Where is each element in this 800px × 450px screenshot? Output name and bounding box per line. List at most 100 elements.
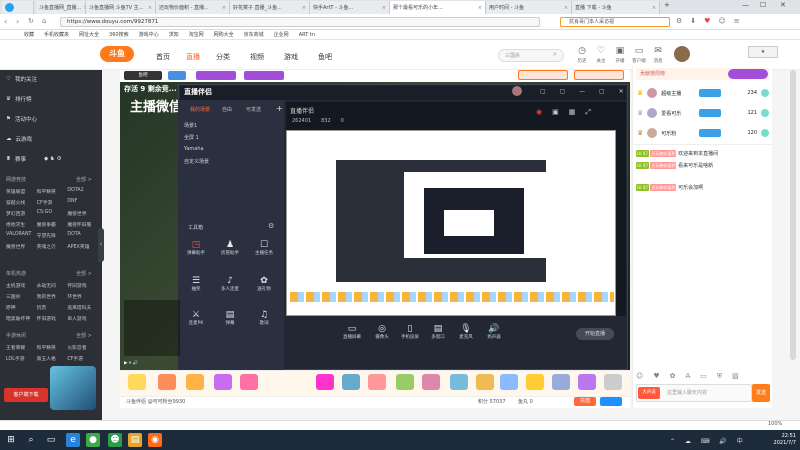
- bookmark-item[interactable]: 淘宝网: [189, 30, 204, 39]
- game-link[interactable]: APEX英雄: [67, 243, 98, 250]
- collapse-sidebar-icon[interactable]: ‹: [98, 228, 104, 262]
- tool-danmaku-helper[interactable]: ◳ 弹幕助手: [186, 240, 206, 256]
- rank-row[interactable]: ♛ 超级主播 234: [637, 86, 769, 100]
- gift-icon[interactable]: ✿: [670, 372, 676, 381]
- game-link[interactable]: 王者荣耀: [6, 344, 37, 351]
- refresh-icon[interactable]: ↻: [28, 17, 34, 25]
- room-tag[interactable]: 鱼吧: [124, 71, 162, 80]
- game-link[interactable]: 英魂之刃: [37, 243, 68, 250]
- game-link[interactable]: 和平精英: [37, 344, 68, 351]
- bookmark-item[interactable]: 网购大全: [214, 30, 234, 39]
- close-icon[interactable]: ×: [652, 5, 656, 11]
- browser-search-input[interactable]: 抗肖哥门本人采访视: [560, 17, 670, 27]
- source-window-button[interactable]: ▤ 多窗口: [428, 324, 448, 340]
- rank-badge[interactable]: ★: [748, 46, 778, 58]
- game-link[interactable]: 穿越火线: [6, 199, 37, 206]
- game-link[interactable]: CF手游: [67, 355, 98, 362]
- game-link[interactable]: 我的世界: [37, 293, 68, 300]
- game-link[interactable]: DNF: [67, 199, 98, 206]
- barrage-style-icon[interactable]: A: [685, 372, 690, 381]
- start-icon[interactable]: ⊞: [4, 433, 18, 447]
- layout-icon[interactable]: ▦: [569, 108, 576, 117]
- game-link[interactable]: 第五人格: [37, 355, 68, 362]
- gift-plane[interactable]: [316, 374, 334, 390]
- lock-icon[interactable]: ▨: [732, 372, 739, 381]
- mini-player-thumbnail[interactable]: [50, 366, 96, 410]
- rank-button[interactable]: [728, 69, 768, 79]
- source-phone-button[interactable]: ▯ 手机投屏: [400, 324, 420, 340]
- rank-row[interactable]: ♛ 可乐粉 120: [637, 126, 769, 140]
- fan-icon[interactable]: ♥: [653, 372, 659, 381]
- gift-super-rocket[interactable]: [368, 374, 386, 390]
- app-avatar[interactable]: [512, 86, 522, 96]
- bookmark-item[interactable]: 京东商城: [244, 30, 264, 39]
- browser-tab[interactable]: 还玩物价面积 - 直播... ×: [156, 1, 230, 14]
- folder-taskbar-icon[interactable]: ▤: [128, 433, 142, 447]
- extension-icon[interactable]: ⚙: [676, 17, 682, 25]
- gift-glowstick[interactable]: [158, 374, 176, 390]
- sidebar-item-esports[interactable]: ♜ 赛事 ◆ ♞ ⚙: [6, 155, 62, 163]
- gift-rocket[interactable]: [342, 374, 360, 390]
- nav-category[interactable]: 分类: [216, 52, 230, 62]
- home-icon[interactable]: ⌂: [42, 17, 46, 25]
- bookmark-item[interactable]: 360搜索: [109, 30, 129, 39]
- taskbar-clock[interactable]: 22:51 2021/7/7: [758, 433, 796, 447]
- game-link[interactable]: DOTA: [67, 232, 98, 239]
- close-icon[interactable]: ×: [478, 5, 482, 11]
- browser-tab[interactable]: 好花菜子 直播_斗鱼... ×: [230, 1, 310, 14]
- close-icon[interactable]: ×: [148, 5, 152, 11]
- game-link[interactable]: 原神: [6, 304, 37, 311]
- game-link[interactable]: 三国杀: [6, 293, 37, 300]
- app-tab-send[interactable]: 可发送: [246, 106, 261, 113]
- backpack-button[interactable]: [600, 397, 622, 406]
- tool-tasks[interactable]: ☐ 主播任务: [254, 240, 274, 256]
- task-view-icon[interactable]: ▭: [44, 433, 58, 447]
- douyu-logo[interactable]: 斗鱼: [100, 46, 134, 62]
- gift-pk[interactable]: [214, 374, 232, 390]
- rank-row[interactable]: ♛ 爱看可乐 121: [637, 106, 769, 120]
- browser-tab[interactable]: 快手ArtT - 斗鱼... ×: [310, 1, 390, 14]
- page-scrollbar[interactable]: [790, 70, 796, 360]
- scene-row[interactable]: 自定义场景: [184, 158, 209, 165]
- browser-tab[interactable]: 用户时间 - 斗鱼 ×: [486, 1, 572, 14]
- start-live-button[interactable]: 开始直播: [576, 328, 614, 340]
- app-window-controls[interactable]: ▢ ▢ — ▢ ✕: [540, 88, 630, 95]
- game-link[interactable]: 魔兽世界: [6, 243, 37, 250]
- url-field[interactable]: https://www.douyu.com/9927871: [60, 17, 540, 27]
- tool-lottery[interactable]: ☰ 抽奖: [186, 276, 206, 292]
- more-link[interactable]: 全部 >: [76, 176, 92, 183]
- browser-tab[interactable]: 直播 下载 - 斗鱼 ×: [572, 1, 660, 14]
- nav-yuba[interactable]: 鱼吧: [318, 52, 332, 62]
- close-icon[interactable]: ×: [564, 5, 568, 11]
- browser-tab[interactable]: 斗鱼直播网_直播...×: [36, 1, 86, 14]
- game-link[interactable]: 逃离塔科夫: [67, 304, 98, 311]
- game-link[interactable]: 暗黑破坏神: [6, 315, 37, 322]
- game-link[interactable]: CS:GO: [37, 210, 68, 217]
- more-link[interactable]: 全部 >: [76, 332, 92, 339]
- promo-button[interactable]: [574, 70, 624, 80]
- back-icon[interactable]: ‹: [4, 17, 7, 26]
- user-icon[interactable]: ☺: [718, 17, 725, 25]
- bookmark-item[interactable]: ART tn: [299, 30, 315, 39]
- record-icon[interactable]: ◉: [536, 108, 542, 117]
- game-link[interactable]: LOL手游: [6, 355, 37, 362]
- search-icon[interactable]: ⌕: [24, 433, 38, 447]
- microphone-button[interactable]: 🎙 麦克风: [456, 324, 476, 340]
- gift-item[interactable]: [526, 374, 544, 390]
- bookmark-item[interactable]: 网址大全: [79, 30, 99, 39]
- gift-item[interactable]: [552, 374, 570, 390]
- recharge-button[interactable]: 充值: [574, 397, 596, 406]
- search-icon[interactable]: ⌕: [553, 50, 557, 59]
- add-scene-icon[interactable]: +: [276, 104, 283, 113]
- gift-item[interactable]: [422, 374, 440, 390]
- camera-icon[interactable]: ▣: [552, 108, 559, 117]
- source-camera-button[interactable]: ◎ 摄像头: [372, 324, 392, 340]
- nav-home[interactable]: 首页: [156, 52, 170, 62]
- gift-item[interactable]: [604, 374, 622, 390]
- minimize-icon[interactable]: —: [742, 1, 749, 9]
- browser-logo[interactable]: [2, 1, 34, 14]
- activity-badge[interactable]: [196, 71, 236, 80]
- browser-tab[interactable]: 斗鱼直播网 斗鱼TV 主... ×: [86, 1, 156, 14]
- game-link[interactable]: 英雄联盟: [6, 188, 37, 195]
- tool-barrage[interactable]: ▤ 弹幕: [220, 310, 240, 326]
